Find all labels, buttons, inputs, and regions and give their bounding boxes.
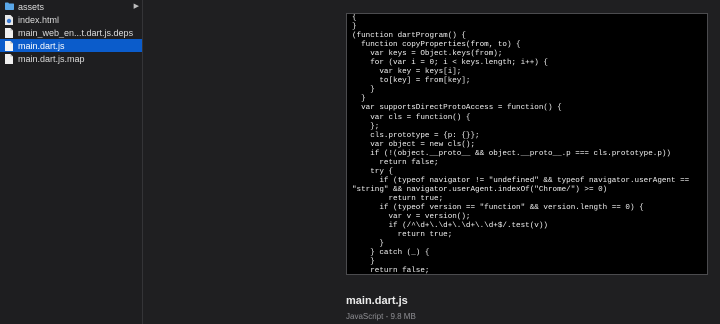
code-line: } <box>352 23 357 32</box>
code-line: function copyProperties(from, to) { <box>352 41 521 50</box>
code-line: { <box>352 14 357 22</box>
code-preview[interactable]: {} (function dartProgram() { function cop… <box>346 13 708 275</box>
code-line: (function dartProgram() { <box>352 32 466 41</box>
sidebar-item-index-html[interactable]: index.html <box>0 13 142 26</box>
sidebar-item-label: main.dart.js.map <box>18 53 85 64</box>
code-line: } <box>352 95 366 104</box>
code-line: return false; <box>352 267 430 275</box>
sidebar-item-assets[interactable]: assets ▶ <box>0 0 142 13</box>
sidebar-item-label: assets <box>18 1 45 12</box>
code-line: var key = keys[i]; <box>352 68 462 77</box>
code-line: var supportsDirectProtoAccess = function… <box>352 104 562 113</box>
code-line: if (typeof version == "function" && vers… <box>352 203 644 212</box>
code-line: return true; <box>352 194 444 203</box>
sidebar-item-label: main.dart.js <box>18 40 65 51</box>
code-line: } catch (_) { <box>352 249 430 258</box>
code-text: {} (function dartProgram() { function cop… <box>347 14 707 275</box>
code-line: return false; <box>352 158 439 167</box>
code-line: if (/^\d+\.\d+\.\d+\.\d+$/.test(v)) <box>352 222 548 231</box>
sidebar-item-main-dart-js[interactable]: main.dart.js <box>0 39 142 52</box>
code-line: var v = version(); <box>352 213 471 222</box>
file-name: main.dart.js <box>346 295 408 307</box>
document-icon <box>5 53 13 64</box>
code-line: var keys = Object.keys(from); <box>352 50 503 59</box>
code-line: } <box>352 258 375 267</box>
code-line: if (typeof navigator != "undefined" && t… <box>352 176 690 185</box>
sidebar-item-deps-file[interactable]: main_web_en...t.dart.js.deps <box>0 26 142 39</box>
code-line: for (var i = 0; i < keys.length; i++) { <box>352 59 548 68</box>
code-line: to[key] = from[key]; <box>352 77 471 86</box>
sidebar-item-label: main_web_en...t.dart.js.deps <box>18 27 134 38</box>
code-line: } <box>352 240 384 249</box>
code-line: }; <box>352 122 380 131</box>
code-line: } <box>352 86 375 95</box>
sidebar-item-main-dart-js-map[interactable]: main.dart.js.map <box>0 52 142 65</box>
folder-icon <box>5 2 14 12</box>
code-line: try { <box>352 167 394 176</box>
file-sidebar: assets ▶ index.html main_web_en...t.dart… <box>0 0 143 324</box>
code-line: var object = new cls(); <box>352 140 476 149</box>
document-icon <box>5 40 13 51</box>
html-file-icon <box>5 14 13 25</box>
code-line: return true; <box>352 231 453 240</box>
chevron-right-icon[interactable]: ▶ <box>134 0 139 13</box>
code-line: cls.prototype = {p: {}}; <box>352 131 480 140</box>
file-info: JavaScript - 9.8 MB <box>346 312 416 321</box>
code-line: var cls = function() { <box>352 113 471 122</box>
code-line: "string" && navigator.userAgent.indexOf(… <box>352 185 608 194</box>
document-icon <box>5 27 13 38</box>
code-line: if (!(object.__proto__ && object.__proto… <box>352 149 671 158</box>
sidebar-item-label: index.html <box>18 14 60 25</box>
